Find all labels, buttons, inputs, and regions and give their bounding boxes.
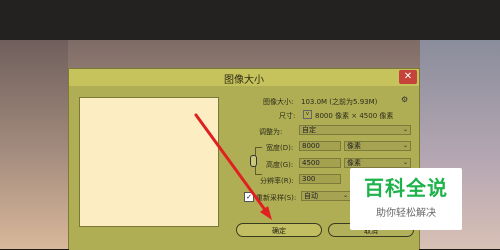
chevron-down-icon: ⌄	[342, 192, 348, 199]
watermark-logo: 百科全说 助你轻松解决	[350, 168, 462, 230]
width-input[interactable]: 8000	[299, 141, 341, 151]
dimensions-value: 8000 像素 × 4500 像素	[315, 112, 394, 120]
height-input[interactable]: 4500	[299, 158, 341, 168]
chevron-down-icon[interactable]: v	[303, 110, 312, 119]
background-canvas-left	[0, 40, 68, 249]
gear-icon[interactable]: ⚙	[401, 95, 408, 104]
width-label: 宽度(D):	[266, 144, 294, 152]
resample-checkbox[interactable]: ✓	[244, 192, 254, 202]
watermark-subtitle: 助你轻松解决	[376, 208, 436, 219]
ok-button[interactable]: 确定	[236, 223, 322, 237]
width-unit-select[interactable]: 像素 ⌄	[344, 141, 411, 151]
dimensions-label: 尺寸:	[279, 112, 296, 120]
app-top-bar	[0, 0, 500, 40]
height-unit-value: 像素	[347, 159, 361, 167]
height-unit-select[interactable]: 像素 ⌄	[344, 158, 411, 168]
fit-to-label: 调整为:	[259, 128, 283, 136]
dialog-titlebar[interactable]: 图像大小 ✕	[69, 69, 419, 86]
link-icon[interactable]	[250, 155, 257, 167]
resample-select[interactable]: 自动 ⌄	[301, 191, 351, 201]
dialog-title: 图像大小	[224, 75, 264, 86]
width-unit-value: 像素	[347, 142, 361, 150]
fit-to-select[interactable]: 自定 ⌄	[299, 125, 411, 135]
image-size-value: 103.0M (之前为5.93M)	[301, 98, 378, 106]
chevron-down-icon: ⌄	[402, 126, 408, 133]
watermark-title: 百科全说	[364, 176, 448, 200]
chevron-down-icon: ⌄	[402, 142, 408, 149]
resample-label: 重新采样(S):	[256, 194, 297, 202]
chevron-down-icon: ⌄	[402, 159, 408, 166]
fit-to-value: 自定	[302, 126, 316, 134]
resolution-input[interactable]: 300	[299, 174, 341, 184]
image-preview[interactable]	[79, 97, 219, 227]
height-label: 高度(G):	[266, 161, 294, 169]
close-button[interactable]: ✕	[399, 70, 417, 84]
resample-value: 自动	[304, 192, 318, 200]
resolution-label: 分辨率(R):	[260, 177, 294, 185]
image-size-label: 图像大小:	[263, 98, 294, 106]
